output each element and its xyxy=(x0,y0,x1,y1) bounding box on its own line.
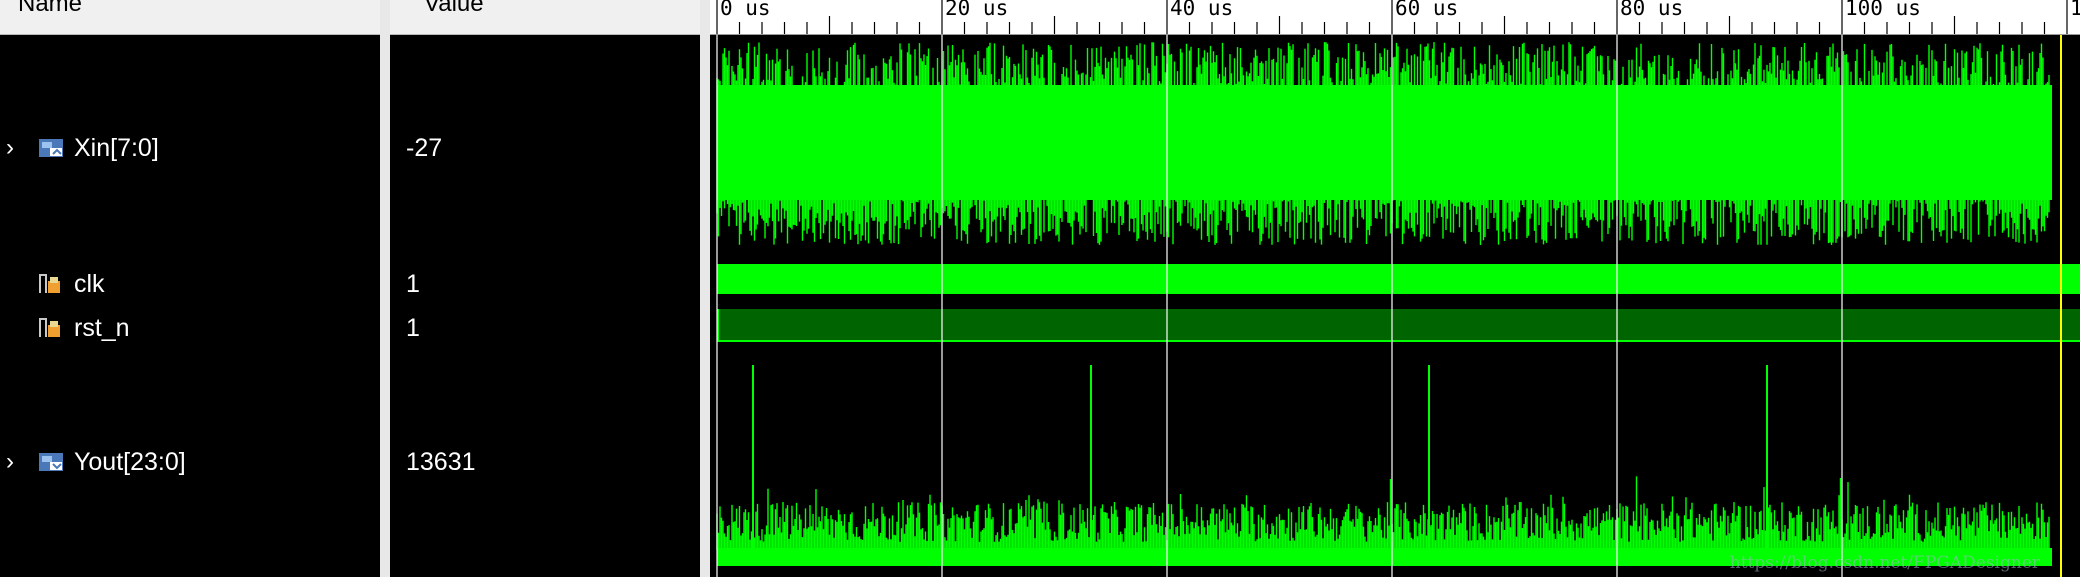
bit-signal-icon xyxy=(39,274,60,293)
signal-value-rst-n: 1 xyxy=(390,308,700,348)
signal-name-clk: clk xyxy=(74,269,105,298)
bus-signal-icon xyxy=(39,453,63,471)
ruler-tick-label: 40 us xyxy=(1170,0,1234,20)
waveform-view[interactable]: 0 us 20 us 40 us 60 us 80 us 100 us 1 https://… xyxy=(710,0,2080,577)
yout-waveform xyxy=(716,476,2050,550)
value-text: 13631 xyxy=(406,447,476,476)
name-panel: Name › Xin[7:0] clk rst_n › Yout[23:0] xyxy=(0,0,380,577)
signal-name-xin: Xin[7:0] xyxy=(74,133,159,162)
bus-signal-icon xyxy=(39,139,63,157)
signal-value-yout: 13631 xyxy=(390,442,700,482)
signal-value-clk: 1 xyxy=(390,264,700,304)
value-header-label: Value xyxy=(424,0,484,17)
name-value-splitter[interactable] xyxy=(380,0,390,577)
signal-row-xin[interactable]: › Xin[7:0] xyxy=(0,128,380,168)
signal-name-rst-n: rst_n xyxy=(74,313,130,342)
clk-waveform xyxy=(717,264,2080,294)
xin-waveform xyxy=(716,42,2050,245)
chevron-right-icon[interactable]: › xyxy=(6,136,18,160)
bit-signal-icon xyxy=(39,318,60,337)
ruler-tick-label: 80 us xyxy=(1620,0,1684,20)
signal-row-clk[interactable]: clk xyxy=(0,264,380,304)
ruler-tick-label: 100 us xyxy=(1845,0,1921,20)
value-text: -27 xyxy=(406,133,443,162)
rst-n-waveform xyxy=(717,309,2080,341)
waveform-canvas[interactable] xyxy=(710,0,2080,577)
signal-row-rst-n[interactable]: rst_n xyxy=(0,308,380,348)
value-text: 1 xyxy=(406,313,420,342)
ruler-tick-label: 60 us xyxy=(1395,0,1459,20)
chevron-right-icon[interactable]: › xyxy=(6,450,18,474)
watermark: https://blog.csdn.net/FPGADesigner xyxy=(1729,553,2040,573)
value-text: 1 xyxy=(406,269,420,298)
signal-name-yout: Yout[23:0] xyxy=(74,447,186,476)
value-wave-splitter[interactable] xyxy=(700,0,710,577)
time-ruler[interactable]: 0 us 20 us 40 us 60 us 80 us 100 us 1 xyxy=(710,0,2080,35)
ruler-tick-label: 0 us xyxy=(720,0,771,20)
value-column-header[interactable]: Value xyxy=(390,0,700,35)
name-column-header[interactable]: Name xyxy=(0,0,380,35)
signal-row-yout[interactable]: › Yout[23:0] xyxy=(0,442,380,482)
signal-value-xin: -27 xyxy=(390,128,700,168)
name-header-label: Name xyxy=(18,0,83,17)
ruler-tick-label: 1 xyxy=(2070,0,2080,20)
ruler-tick-label: 20 us xyxy=(945,0,1009,20)
value-panel: Value -27 1 1 13631 xyxy=(390,0,700,577)
